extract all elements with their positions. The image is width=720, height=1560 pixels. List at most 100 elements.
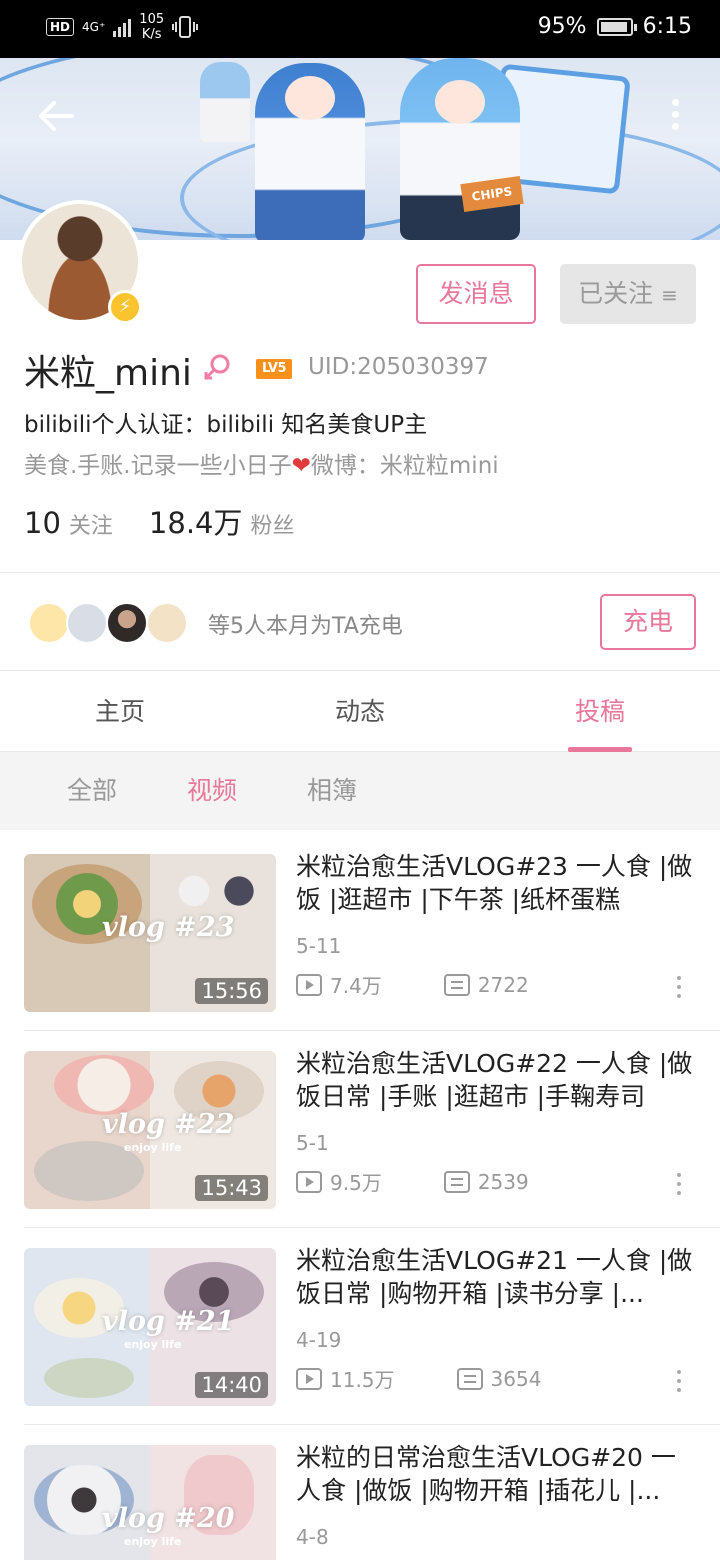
video-item[interactable]: vlog #22 enjoy life 15:43 米粒治愈生活VLOG#22 … — [0, 1027, 720, 1225]
video-duration: 15:56 — [195, 978, 268, 1004]
banner-figure-small — [200, 62, 250, 142]
battery-icon — [596, 17, 637, 36]
submission-filter: 全部 视频 相簿 — [0, 752, 720, 830]
vibrate-icon — [172, 16, 199, 38]
view-count: 11.5万 — [330, 1368, 395, 1392]
speed-unit: K/s — [141, 27, 162, 42]
send-message-button[interactable]: 发消息 — [416, 264, 536, 324]
video-meta: 7.4万 2722 — [296, 970, 529, 999]
video-thumbnail[interactable]: vlog #20 enjoy life — [24, 1445, 276, 1560]
followed-label: 已关注 — [578, 279, 654, 308]
charge-row[interactable]: 等5人本月为TA充电 充电 — [0, 574, 720, 670]
more-dot — [671, 111, 679, 118]
tab-dynamic[interactable]: 动态 — [240, 672, 480, 751]
followed-button[interactable]: 已关注 ≡ — [560, 264, 696, 324]
user-name: 米粒_mini — [24, 353, 192, 394]
following-count[interactable]: 10 — [24, 506, 61, 540]
battery-percent: 95% — [537, 14, 587, 39]
hd-indicator: HD — [46, 18, 75, 36]
level-badge: LV5 — [256, 359, 292, 379]
more-dot — [677, 1379, 681, 1383]
thumbnail-watermark-sub: enjoy life — [124, 1535, 182, 1548]
female-icon — [204, 354, 230, 380]
divider — [0, 572, 720, 573]
more-dot — [671, 123, 679, 130]
video-item[interactable]: vlog #23 15:56 米粒治愈生活VLOG#23 一人食 |做饭 |逛超… — [0, 830, 720, 1028]
video-title[interactable]: 米粒的日常治愈生活VLOG#20 一人食 |做饭 |购物开箱 |插花儿 |... — [296, 1441, 696, 1507]
video-meta: 9.5万 2539 — [296, 1167, 529, 1196]
danmaku-count: 2539 — [477, 1169, 529, 1194]
subtab-video[interactable]: 视频 — [152, 752, 272, 830]
subtab-all[interactable]: 全部 — [32, 752, 152, 830]
network-type: 4G⁺ — [82, 20, 106, 34]
charger-avatar — [66, 602, 108, 644]
more-dot — [677, 1182, 681, 1186]
thumbnail-watermark: vlog #21 — [102, 1306, 235, 1337]
network-speed: 105 K/s — [139, 12, 164, 42]
signature-text-2: 微博：米粒粒mini — [310, 453, 499, 479]
divider — [0, 670, 720, 671]
official-verification: bilibili个人认证：bilibili 知名美食UP主 — [24, 412, 428, 438]
video-duration: 14:40 — [195, 1372, 268, 1398]
more-dot — [677, 1191, 681, 1195]
tab-home[interactable]: 主页 — [0, 672, 240, 751]
play-count-icon — [296, 1170, 322, 1193]
video-thumbnail[interactable]: vlog #23 15:56 — [24, 854, 276, 1012]
video-more-button[interactable] — [672, 976, 686, 1006]
user-signature: 美食.手账.记录一些小日子❤微博：米粒粒mini — [24, 446, 499, 480]
menu-lines-icon: ≡ — [661, 283, 678, 307]
danmaku-icon — [443, 1170, 470, 1193]
charger-avatar — [146, 602, 188, 644]
thumbnail-watermark-sub: enjoy life — [124, 1141, 182, 1154]
more-vertical-icon — [671, 99, 679, 106]
arrow-left-icon — [39, 101, 74, 131]
charger-avatar — [106, 602, 148, 644]
video-date: 4-8 — [296, 1525, 329, 1549]
back-button[interactable] — [36, 98, 76, 134]
more-dot — [677, 1388, 681, 1392]
status-bar: HD 4G⁺ 105 K/s 95% 6:15 — [0, 0, 720, 58]
video-date: 5-1 — [296, 1131, 329, 1155]
video-duration: 15:43 — [195, 1175, 268, 1201]
following-label[interactable]: 关注 — [69, 508, 113, 540]
subtab-album[interactable]: 相簿 — [272, 752, 392, 830]
banner-face-left — [285, 76, 335, 120]
fans-label[interactable]: 粉丝 — [251, 508, 295, 540]
thumbnail-watermark: vlog #22 — [102, 1109, 235, 1140]
video-date: 4-19 — [296, 1328, 342, 1352]
signature-text-1: 美食.手账.记录一些小日子 — [24, 453, 292, 479]
video-thumbnail[interactable]: vlog #22 enjoy life 15:43 — [24, 1051, 276, 1209]
danmaku-icon — [443, 973, 470, 996]
danmaku-icon — [456, 1367, 483, 1390]
tab-submissions[interactable]: 投稿 — [480, 672, 720, 752]
charge-text: 等5人本月为TA充电 — [208, 614, 403, 639]
profile-tabs: 主页 动态 投稿 — [0, 672, 720, 752]
video-thumbnail[interactable]: vlog #21 enjoy life 14:40 — [24, 1248, 276, 1406]
video-more-button[interactable] — [672, 1173, 686, 1203]
more-vertical-icon — [677, 976, 681, 980]
more-dot — [677, 985, 681, 989]
danmaku-count: 2722 — [477, 972, 529, 997]
video-title[interactable]: 米粒治愈生活VLOG#23 一人食 |做饭 |逛超市 |下午茶 |纸杯蛋糕 — [296, 850, 696, 916]
thumbnail-watermark: vlog #20 — [102, 1503, 235, 1534]
video-title[interactable]: 米粒治愈生活VLOG#22 一人食 |做饭日常 |手账 |逛超市 |手鞠寿司 — [296, 1047, 696, 1113]
more-vertical-icon — [677, 1370, 681, 1374]
video-meta: 11.5万 3654 — [296, 1364, 541, 1393]
charge-button[interactable]: 充电 — [600, 594, 696, 650]
heart-icon: ❤ — [291, 453, 311, 479]
banner-face-right — [435, 80, 485, 124]
video-more-button[interactable] — [672, 1370, 686, 1400]
user-uid: UID:205030397 — [308, 354, 489, 380]
danmaku-count: 3654 — [490, 1366, 542, 1391]
thumbnail-watermark: vlog #23 — [102, 912, 235, 943]
video-item[interactable]: vlog #20 enjoy life 米粒的日常治愈生活VLOG#20 一人食… — [0, 1421, 720, 1560]
fans-count[interactable]: 18.4万 — [149, 500, 243, 542]
video-title[interactable]: 米粒治愈生活VLOG#21 一人食 |做饭日常 |购物开箱 |读书分享 |... — [296, 1244, 696, 1310]
video-item[interactable]: vlog #21 enjoy life 14:40 米粒治愈生活VLOG#21 … — [0, 1224, 720, 1422]
more-options-button[interactable] — [664, 96, 686, 136]
play-count-icon — [296, 1367, 322, 1390]
view-count: 9.5万 — [330, 1171, 382, 1195]
play-count-icon — [296, 973, 322, 996]
more-vertical-icon — [677, 1173, 681, 1177]
user-stats: 10 关注 18.4万 粉丝 — [24, 500, 295, 542]
